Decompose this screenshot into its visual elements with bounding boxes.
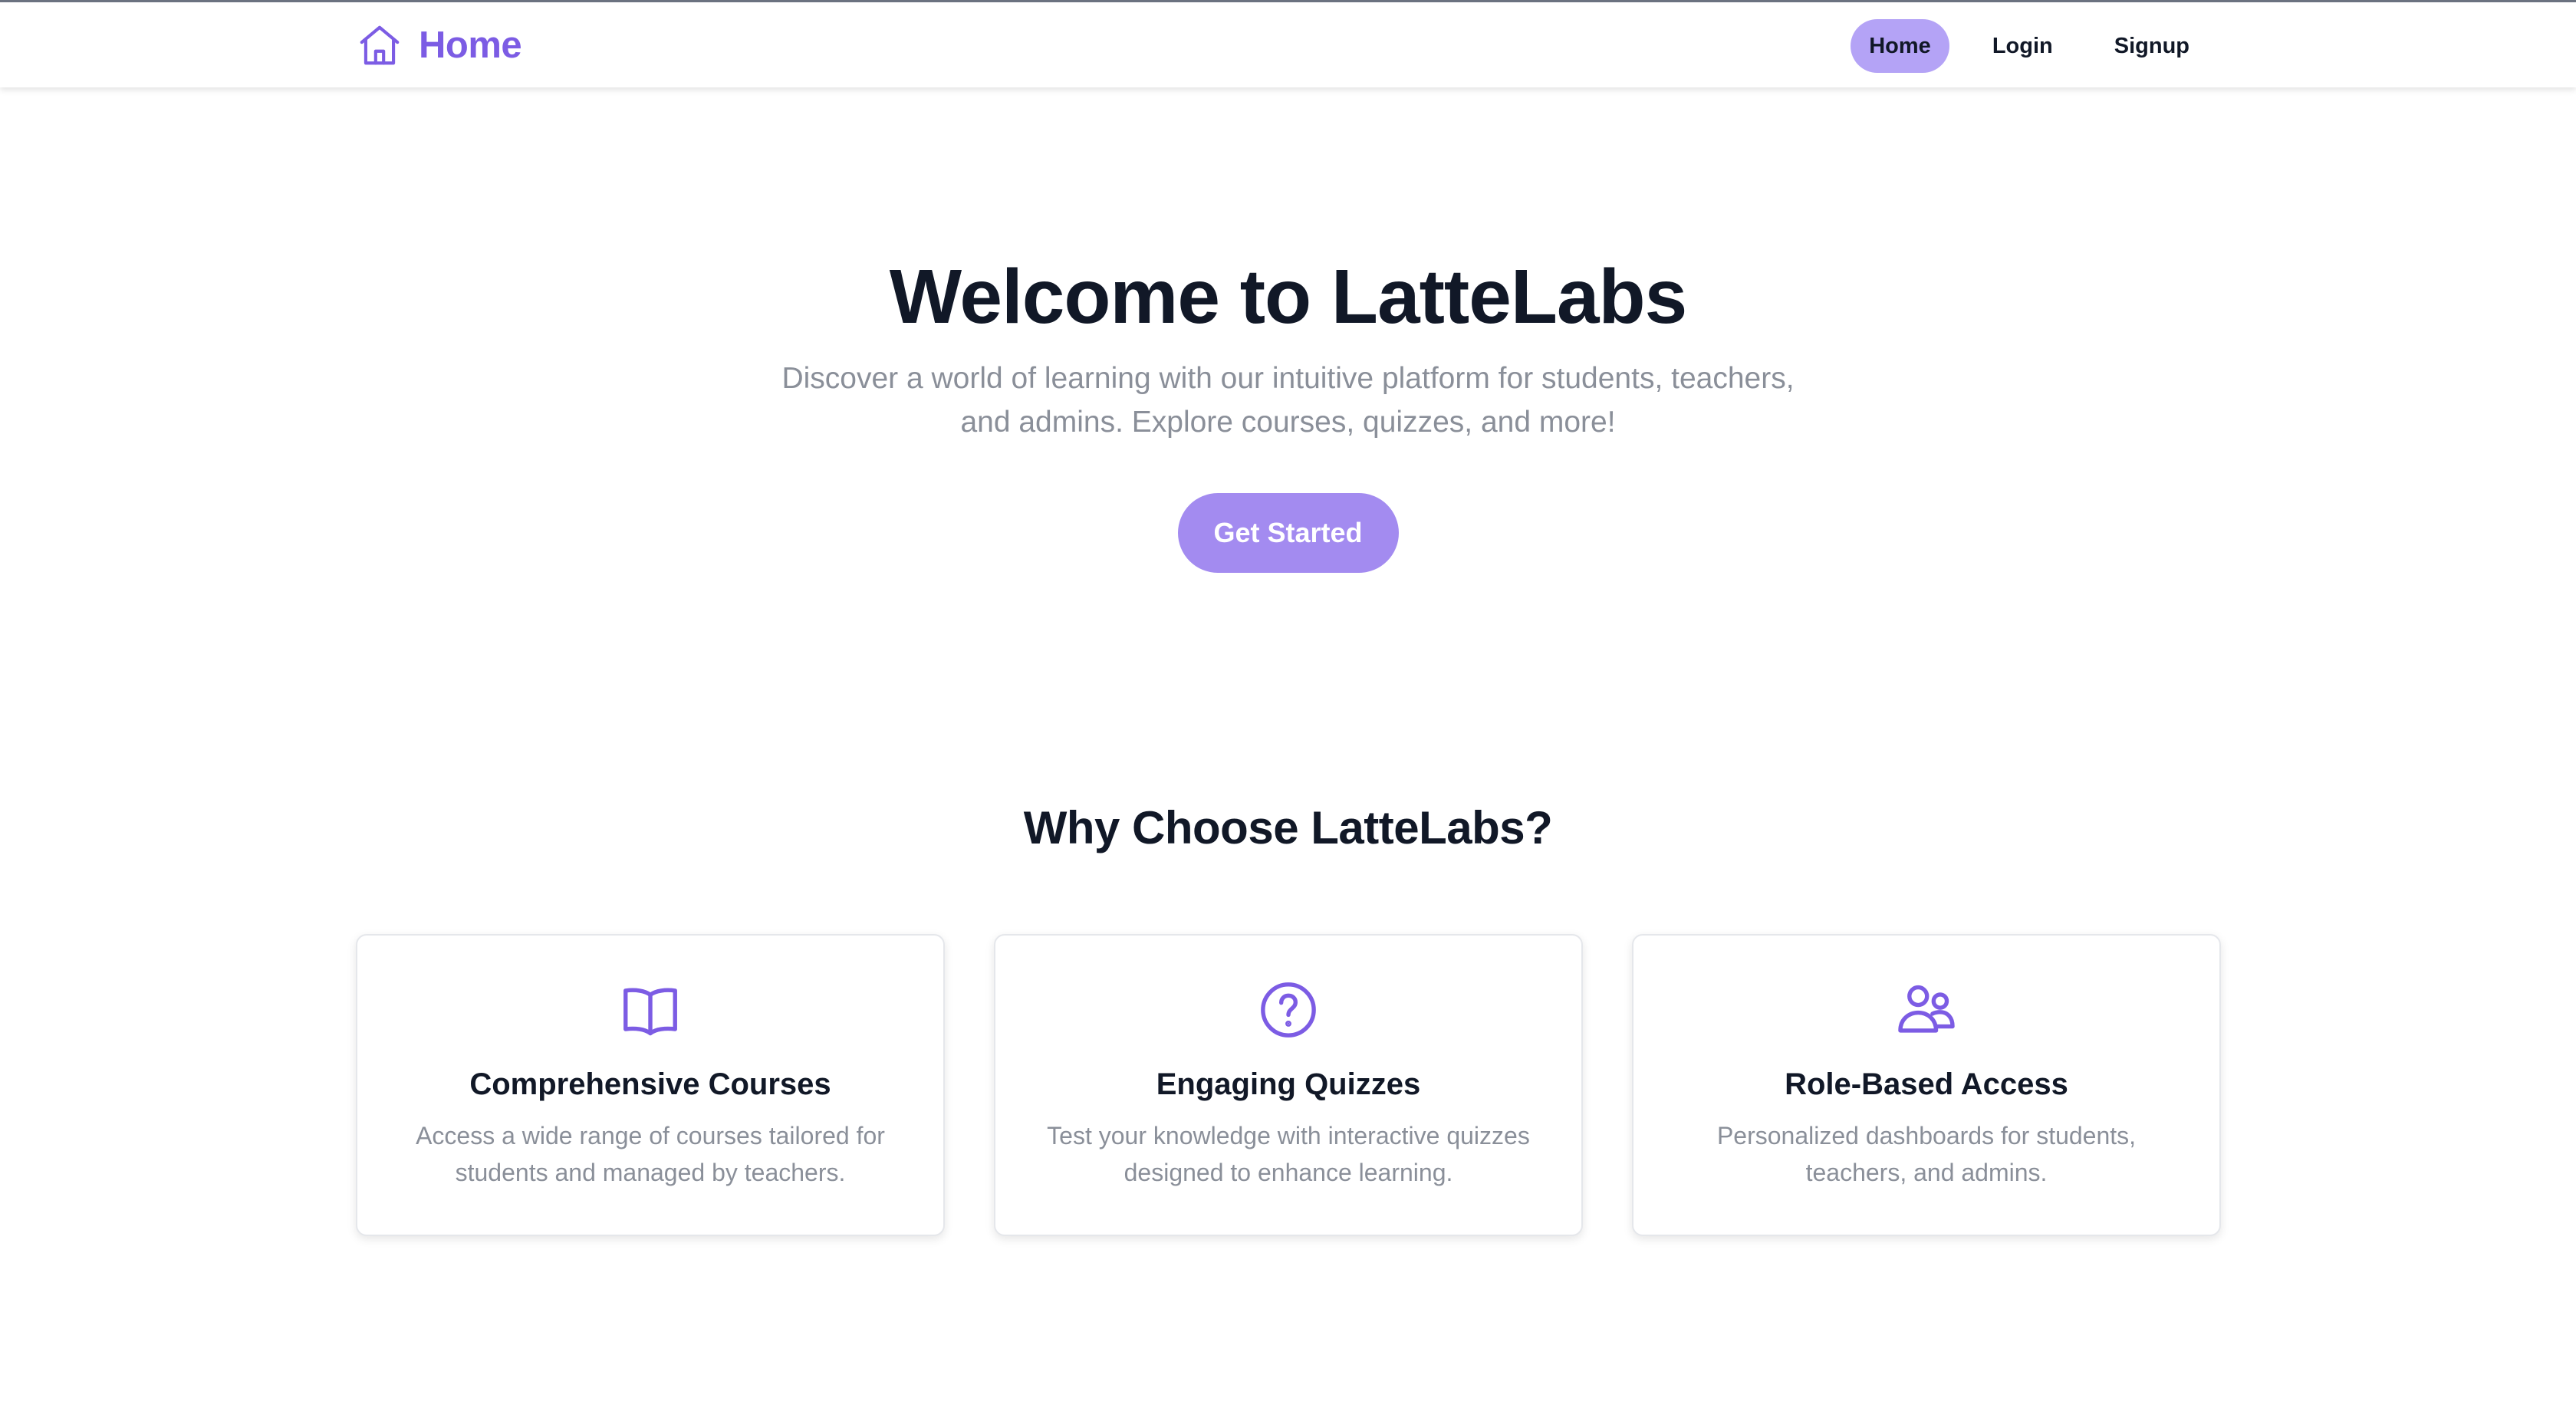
feature-card-title: Engaging Quizzes: [1156, 1067, 1421, 1101]
feature-card-description: Access a wide range of courses tailored …: [416, 1122, 885, 1186]
users-icon: [1898, 985, 1955, 1033]
hero-section: Welcome to LatteLabs Discover a world of…: [0, 253, 2576, 573]
question-circle-icon: [1261, 982, 1316, 1038]
feature-card-access: Role-Based Access Personalized dashboard…: [1632, 934, 2221, 1236]
navbar: Home Home Login Signup: [0, 0, 2576, 87]
features-list: Comprehensive Courses Access a wide rang…: [356, 934, 2221, 1236]
feature-card-description: Personalized dashboards for students, te…: [1716, 1122, 2137, 1186]
get-started-button[interactable]: Get Started: [1177, 493, 1399, 573]
nav-link-login[interactable]: Login: [1974, 19, 2071, 73]
feature-card-title: Comprehensive Courses: [469, 1067, 831, 1101]
features-heading: Why Choose LatteLabs?: [1023, 802, 1553, 853]
nav-link-signup[interactable]: Signup: [2096, 19, 2208, 73]
feature-card-quizzes: Engaging Quizzes Test your knowledge wit…: [994, 934, 1583, 1236]
nav-link-home[interactable]: Home: [1851, 19, 1949, 73]
open-book-icon: [623, 988, 677, 1036]
feature-card-courses: Comprehensive Courses Access a wide rang…: [356, 934, 945, 1236]
hero-subtitle: Discover a world of learning with our in…: [781, 362, 1795, 439]
hero-title: Welcome to LatteLabs: [889, 254, 1687, 340]
brand-label: Home: [419, 25, 522, 66]
nav-links: Home Login Signup: [1826, 19, 2208, 73]
brand-home-link[interactable]: Home: [356, 19, 522, 71]
feature-card-title: Role-Based Access: [1785, 1067, 2068, 1101]
house-icon: [360, 25, 400, 65]
feature-card-description: Test your knowledge with interactive qui…: [1047, 1122, 1530, 1186]
